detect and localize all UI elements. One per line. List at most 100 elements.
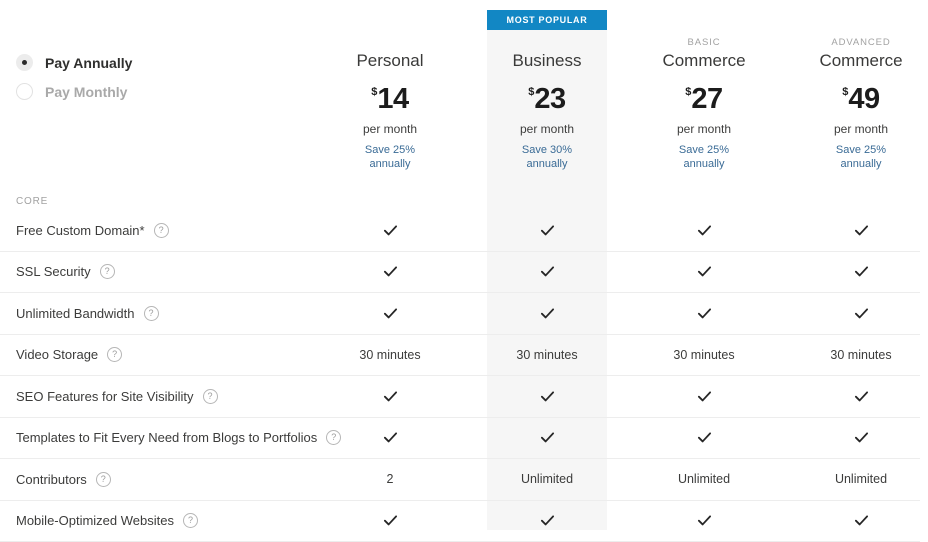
feature-label-cell: Contributors?	[16, 459, 111, 500]
check-icon	[330, 293, 450, 334]
feature-value-cell: Unlimited	[801, 459, 921, 500]
check-icon	[487, 210, 607, 251]
price-amount: 49	[848, 83, 879, 115]
price-amount: 27	[691, 83, 722, 115]
check-icon	[487, 252, 607, 293]
help-icon[interactable]: ?	[100, 264, 115, 279]
price-save-line1: Save 25%	[644, 143, 764, 157]
check-icon	[801, 501, 921, 542]
table-row: SSL Security?	[0, 252, 928, 294]
plan-eyebrow	[330, 36, 450, 49]
price-save-note: Save 25% annually	[801, 143, 921, 171]
feature-label: Contributors	[16, 472, 87, 487]
price-period: per month	[644, 122, 764, 136]
check-icon	[330, 376, 450, 417]
plan-header-basic-commerce: BASIC Commerce $27 per month Save 25% an…	[644, 36, 764, 171]
check-icon	[330, 501, 450, 542]
feature-label: Templates to Fit Every Need from Blogs t…	[16, 430, 317, 445]
check-icon	[330, 418, 450, 459]
feature-value-cell: 30 minutes	[644, 335, 764, 376]
check-icon	[644, 210, 764, 251]
check-icon	[801, 418, 921, 459]
check-icon	[644, 418, 764, 459]
price-save-line1: Save 30%	[487, 143, 607, 157]
price-save-line2: annually	[330, 157, 450, 171]
plan-price: $14	[330, 85, 450, 114]
check-icon	[330, 210, 450, 251]
feature-value-cell: Unlimited	[487, 459, 607, 500]
plan-eyebrow	[487, 36, 607, 49]
feature-value-cell: 30 minutes	[487, 335, 607, 376]
price-amount: 14	[377, 83, 408, 115]
radio-unselected-icon[interactable]	[16, 83, 33, 100]
billing-period-toggle[interactable]: Pay Annually Pay Monthly	[16, 48, 132, 106]
plan-eyebrow: BASIC	[644, 36, 764, 49]
price-save-note: Save 25% annually	[644, 143, 764, 171]
radio-selected-icon[interactable]	[16, 54, 33, 71]
feature-label: SSL Security	[16, 264, 91, 279]
check-icon	[801, 252, 921, 293]
section-label-core: CORE	[16, 196, 48, 207]
plan-price: $49	[801, 85, 921, 114]
check-icon	[487, 418, 607, 459]
help-icon[interactable]: ?	[154, 223, 169, 238]
feature-label-cell: Video Storage?	[16, 335, 122, 376]
price-amount: 23	[534, 83, 565, 115]
feature-label: Unlimited Bandwidth	[16, 306, 135, 321]
pricing-comparison-table: MOST POPULAR Pay Annually Pay Monthly Pe…	[0, 0, 928, 530]
feature-value-cell: 30 minutes	[330, 335, 450, 376]
feature-value-cell: Unlimited	[644, 459, 764, 500]
help-icon[interactable]: ?	[203, 389, 218, 404]
help-icon[interactable]: ?	[144, 306, 159, 321]
check-icon	[644, 293, 764, 334]
feature-label-cell: SSL Security?	[16, 252, 115, 293]
check-icon	[487, 376, 607, 417]
feature-label: Free Custom Domain*	[16, 223, 145, 238]
table-row: Unlimited Bandwidth?	[0, 293, 928, 335]
price-period: per month	[487, 122, 607, 136]
help-icon[interactable]: ?	[96, 472, 111, 487]
feature-label-cell: Templates to Fit Every Need from Blogs t…	[16, 418, 341, 459]
feature-label-cell: SEO Features for Site Visibility?	[16, 376, 218, 417]
feature-label: Mobile-Optimized Websites	[16, 513, 174, 528]
plan-name: Commerce	[801, 49, 921, 73]
check-icon	[487, 501, 607, 542]
plan-price: $27	[644, 85, 764, 114]
check-icon	[801, 376, 921, 417]
most-popular-label: MOST POPULAR	[507, 15, 588, 25]
price-save-note: Save 30% annually	[487, 143, 607, 171]
price-period: per month	[330, 122, 450, 136]
help-icon[interactable]: ?	[183, 513, 198, 528]
feature-label: SEO Features for Site Visibility	[16, 389, 194, 404]
plan-header-personal: Personal $14 per month Save 25% annually	[330, 36, 450, 171]
check-icon	[801, 210, 921, 251]
feature-rows-container: Free Custom Domain*?SSL Security?Unlimit…	[0, 210, 928, 542]
radio-option-pay-monthly[interactable]: Pay Monthly	[16, 77, 132, 106]
help-icon[interactable]: ?	[107, 347, 122, 362]
check-icon	[330, 252, 450, 293]
plan-price: $23	[487, 85, 607, 114]
feature-label-cell: Mobile-Optimized Websites?	[16, 501, 198, 542]
check-icon	[801, 293, 921, 334]
check-icon	[644, 501, 764, 542]
table-row: Contributors?2UnlimitedUnlimitedUnlimite…	[0, 459, 928, 501]
feature-value-cell: 30 minutes	[801, 335, 921, 376]
radio-label-pay-annually: Pay Annually	[45, 55, 132, 71]
price-save-line2: annually	[487, 157, 607, 171]
radio-option-pay-annually[interactable]: Pay Annually	[16, 48, 132, 77]
plan-header-advanced-commerce: ADVANCED Commerce $49 per month Save 25%…	[801, 36, 921, 171]
price-save-line2: annually	[801, 157, 921, 171]
plan-name: Business	[487, 49, 607, 73]
table-row: SEO Features for Site Visibility?	[0, 376, 928, 418]
feature-label: Video Storage	[16, 347, 98, 362]
price-save-line2: annually	[644, 157, 764, 171]
table-row: Free Custom Domain*?	[0, 210, 928, 252]
feature-label-cell: Free Custom Domain*?	[16, 210, 169, 251]
table-row: Mobile-Optimized Websites?	[0, 501, 928, 542]
table-row: Video Storage? 30 minutes 30 minutes 30 min…	[0, 335, 928, 377]
most-popular-badge: MOST POPULAR	[487, 10, 607, 30]
plan-name: Personal	[330, 49, 450, 73]
radio-label-pay-monthly: Pay Monthly	[45, 84, 127, 100]
check-icon	[487, 293, 607, 334]
check-icon	[644, 252, 764, 293]
